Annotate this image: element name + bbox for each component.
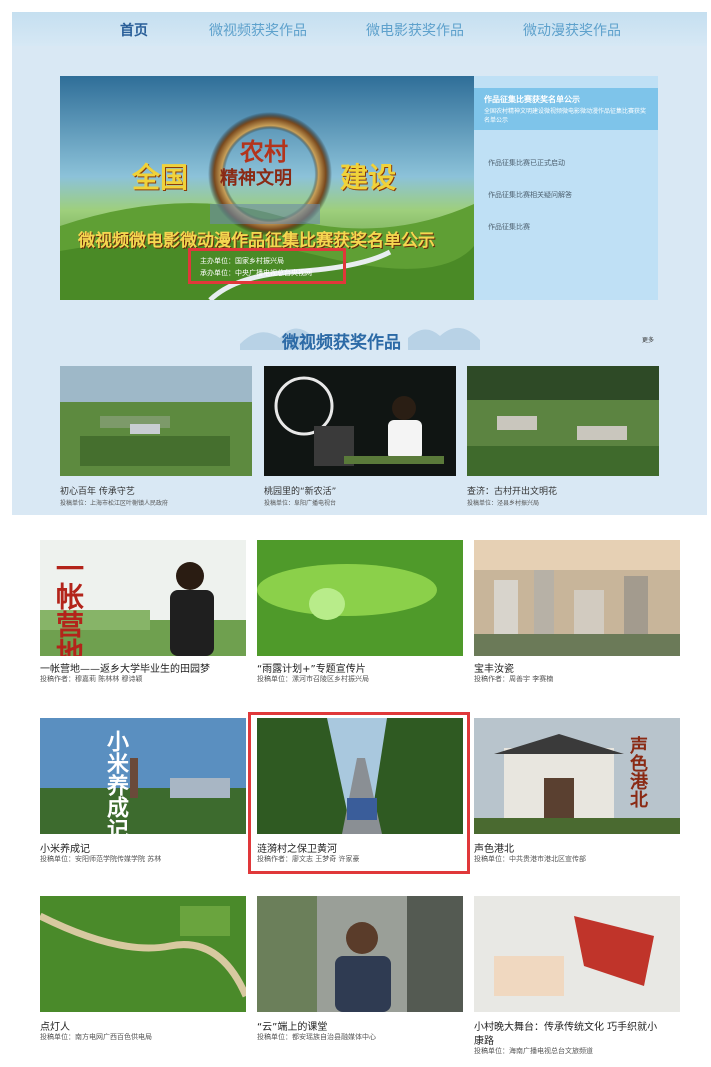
- section-title: 微视频获奖作品: [282, 333, 401, 353]
- work-title[interactable]: 一帐营地——返乡大学毕业生的田园梦: [40, 660, 210, 675]
- hero-title-left: 全国: [132, 161, 189, 194]
- hero-title-right: 建设: [340, 161, 397, 194]
- work-thumbnail[interactable]: [467, 366, 659, 476]
- nav-micro-video[interactable]: 微视频获奖作品: [209, 20, 307, 40]
- top-navigation: 首页 微视频获奖作品 微电影获奖作品 微动漫获奖作品: [12, 12, 707, 46]
- thumbnail-image: [264, 366, 456, 476]
- work-unit: 投稿单位：中共贵港市港北区宣传部: [474, 855, 586, 863]
- news-panel: 作品征集比赛获奖名单公示 全国农村精神文明建设微视频微电影微动漫作品征集比赛获奖…: [474, 76, 658, 300]
- work-thumbnail[interactable]: [257, 896, 463, 1012]
- news-item-active[interactable]: 作品征集比赛获奖名单公示 全国农村精神文明建设微视频微电影微动漫作品征集比赛获奖…: [474, 88, 658, 130]
- work-unit: 投稿单位：海南广播电视总台文旅频道: [474, 1047, 593, 1055]
- thumbnail-calligraphy: 小米养成记: [103, 730, 129, 834]
- work-unit: 投稿单位：都安瑶族自治县融媒体中心: [257, 1033, 376, 1041]
- screenshot-bottom: 一帐营地 一帐营地——返乡大学毕业生的田园梦 投稿作者：穆嘉莉 陈林林 穆诗颖 …: [24, 532, 698, 1067]
- work-unit: 投稿作者：周善宇 李赛楠: [474, 675, 554, 683]
- work-thumbnail[interactable]: 小米养成记: [40, 718, 246, 834]
- highlight-box: [248, 712, 470, 874]
- work-title[interactable]: 点灯人: [40, 1018, 70, 1033]
- nav-home[interactable]: 首页: [120, 20, 148, 40]
- work-thumbnail[interactable]: [40, 896, 246, 1012]
- highlight-box: [188, 248, 346, 284]
- news-item[interactable]: 作品征集比赛已正式启动: [488, 158, 565, 168]
- work-title[interactable]: “雨露计划+”专题宣传片: [257, 660, 366, 675]
- work-thumbnail[interactable]: 声色港北: [474, 718, 680, 834]
- work-title[interactable]: “云”端上的课堂: [257, 1018, 327, 1033]
- thumbnail-image: [40, 718, 246, 834]
- nav-micro-film[interactable]: 微电影获奖作品: [366, 20, 464, 40]
- news-item-desc: 全国农村精神文明建设微视频微电影微动漫作品征集比赛获奖名单公示: [484, 108, 647, 124]
- work-unit: 投稿单位：南方电网广西百色供电局: [40, 1033, 152, 1041]
- work-title[interactable]: 声色港北: [474, 840, 514, 855]
- work-thumbnail[interactable]: [474, 896, 680, 1012]
- news-item[interactable]: 作品征集比赛相关疑问解答: [488, 190, 572, 200]
- news-item[interactable]: 作品征集比赛: [488, 222, 530, 232]
- work-unit: 投稿作者：穆嘉莉 陈林林 穆诗颖: [40, 675, 143, 683]
- screenshot-top: 首页 微视频获奖作品 微电影获奖作品 微动漫获奖作品 全国 农村 精神文明 建设…: [12, 12, 707, 515]
- hero-logo-text-2: 精神文明: [220, 168, 292, 189]
- thumbnail-image: [60, 366, 252, 476]
- work-unit: 投稿单位：泾县乡村振兴局: [467, 500, 540, 507]
- work-title[interactable]: 桃园里的“新农活”: [264, 484, 336, 497]
- thumbnail-image: [467, 366, 659, 476]
- work-thumbnail[interactable]: [257, 540, 463, 656]
- work-title-line2[interactable]: 康路: [474, 1032, 494, 1047]
- thumbnail-calligraphy: 一帐营地: [52, 554, 85, 656]
- work-thumbnail[interactable]: 一帐营地: [40, 540, 246, 656]
- news-item-title: 作品征集比赛获奖名单公示: [484, 95, 580, 104]
- work-thumbnail[interactable]: [60, 366, 252, 476]
- thumbnail-image: [40, 896, 246, 1012]
- thumbnail-calligraphy: 声色港北: [627, 736, 648, 808]
- work-title[interactable]: 小米养成记: [40, 840, 90, 855]
- hero-logo-text-1: 农村: [240, 137, 288, 166]
- thumbnail-image: [257, 540, 463, 656]
- work-title[interactable]: 初心百年 传承守艺: [60, 484, 135, 497]
- nav-micro-animation[interactable]: 微动漫获奖作品: [523, 20, 621, 40]
- work-unit: 投稿单位：上海市松江区叶榭镇人民政府: [60, 500, 169, 507]
- more-link[interactable]: 更多: [642, 335, 654, 344]
- work-unit: 投稿单位：阜阳广播电视台: [264, 500, 337, 507]
- thumbnail-image: [474, 896, 680, 1012]
- work-title[interactable]: 宝丰汝瓷: [474, 660, 514, 675]
- work-unit: 投稿单位：漯河市召陵区乡村振兴局: [257, 675, 369, 683]
- thumbnail-image: [474, 540, 680, 656]
- work-thumbnail[interactable]: [474, 540, 680, 656]
- work-unit: 投稿单位：安阳师范学院传媒学院 苏林: [40, 855, 162, 863]
- work-title[interactable]: 小村晚大舞台：传承传统文化 巧手织就小: [474, 1018, 657, 1033]
- work-title[interactable]: 查济：古村开出文明花: [467, 484, 557, 497]
- work-thumbnail[interactable]: [264, 366, 456, 476]
- hero-banner[interactable]: 全国 农村 精神文明 建设 微视频微电影微动漫作品征集比赛获奖名单公示 主办单位…: [60, 76, 474, 300]
- thumbnail-image: [257, 896, 463, 1012]
